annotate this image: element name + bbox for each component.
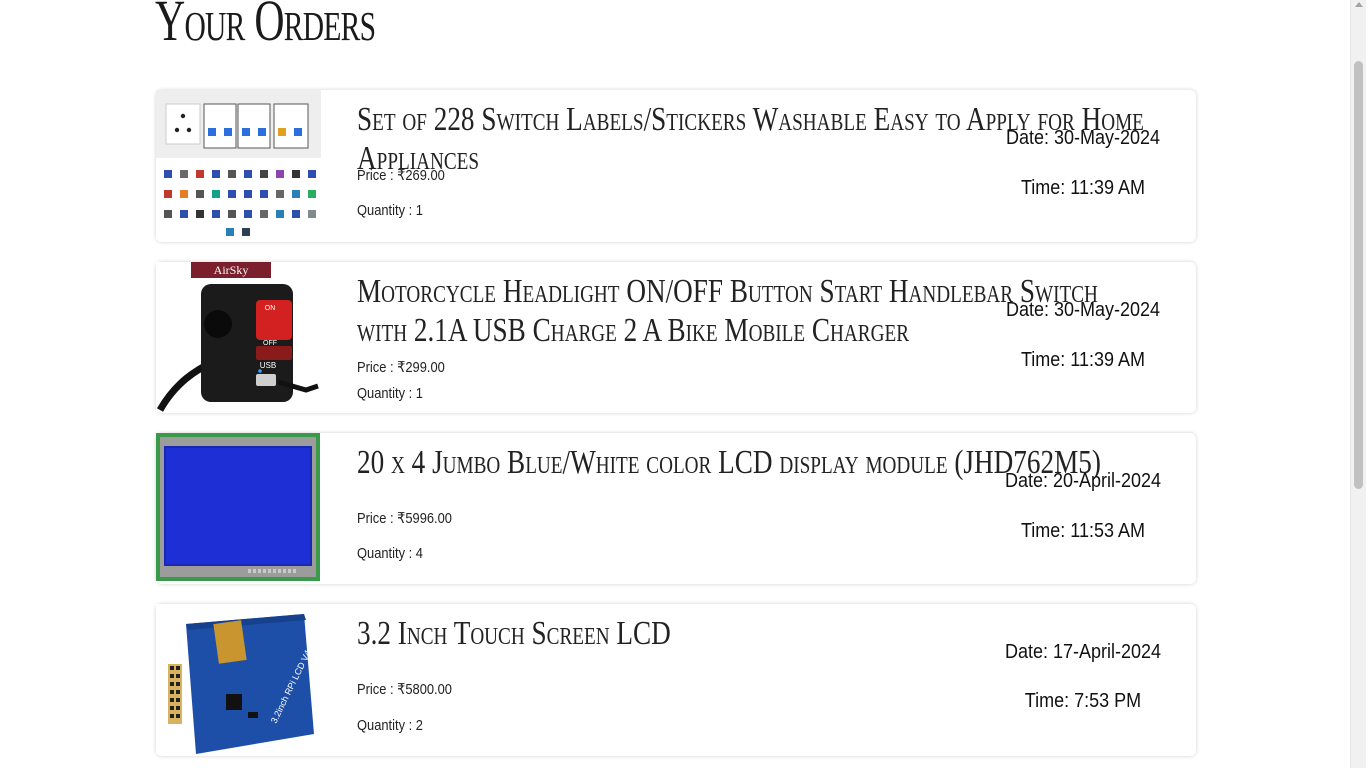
handlebar-switch-image: AirSky ON OFF USB — [156, 262, 321, 412]
product-quantity: Quantity : 1 — [357, 202, 423, 219]
order-timestamp: Date: 17-April-2024 Time: 7:53 PM — [988, 641, 1178, 713]
product-image[interactable]: AirSky ON OFF USB — [156, 262, 321, 412]
product-quantity: Quantity : 2 — [357, 717, 423, 734]
product-image[interactable] — [156, 90, 321, 240]
product-price: Price : ₹5996.00 — [357, 510, 452, 527]
product-image[interactable] — [156, 433, 321, 583]
order-card[interactable]: 20 x 4 Jumbo Blue/White color LCD displa… — [156, 433, 1196, 584]
product-quantity: Quantity : 1 — [357, 385, 423, 402]
orders-list: Set of 228 Switch Labels/Stickers Washab… — [156, 90, 1196, 768]
order-date: Date: 17-April-2024 — [1004, 641, 1162, 663]
switch-off-label: OFF — [263, 340, 277, 347]
order-timestamp: Date: 20-April-2024 Time: 11:53 AM — [988, 470, 1178, 543]
product-image[interactable]: 3.2inch RPi LCD V4 — [156, 604, 321, 754]
order-time: Time: 11:39 AM — [1020, 349, 1146, 371]
order-info: Set of 228 Switch Labels/Stickers Washab… — [357, 100, 1144, 219]
order-info: 3.2 Inch Touch Screen LCD Price : ₹5800.… — [357, 614, 1057, 734]
order-time: Time: 7:53 PM — [1024, 690, 1142, 712]
scrollbar-thumb[interactable] — [1354, 61, 1363, 489]
order-time: Time: 11:39 AM — [1020, 177, 1146, 199]
order-card[interactable]: 3.2inch RPi LCD V4 3.2 Inch Touch Screen… — [156, 604, 1196, 756]
product-price: Price : ₹269.00 — [357, 167, 445, 184]
order-date: Date: 20-April-2024 — [1004, 470, 1162, 492]
switch-labels-image — [156, 90, 321, 240]
brand-label: AirSky — [214, 263, 249, 277]
product-price: Price : ₹5800.00 — [357, 681, 452, 698]
order-date: Date: 30-May-2024 — [1005, 127, 1161, 149]
order-info: 20 x 4 Jumbo Blue/White color LCD displa… — [357, 443, 1101, 562]
product-quantity: Quantity : 4 — [357, 545, 423, 562]
page-scrollbar[interactable] — [1350, 0, 1366, 768]
product-price: Price : ₹299.00 — [357, 359, 445, 376]
order-card[interactable]: AirSky ON OFF USB Motorcycle Headlight O… — [156, 262, 1196, 413]
order-info: Motorcycle Headlight ON/OFF Button Start… — [357, 272, 1098, 402]
page-title: Your Orders — [155, 0, 376, 53]
switch-on-label: ON — [265, 305, 276, 312]
order-timestamp: Date: 30-May-2024 Time: 11:39 AM — [988, 127, 1178, 200]
scroll-up-icon[interactable] — [1355, 2, 1363, 7]
order-date: Date: 30-May-2024 — [1005, 299, 1161, 321]
touch-screen-lcd-image: 3.2inch RPi LCD V4 — [156, 604, 321, 754]
lcd-module-image — [156, 433, 321, 583]
order-time: Time: 11:53 AM — [1020, 520, 1146, 542]
order-timestamp: Date: 30-May-2024 Time: 11:39 AM — [988, 299, 1178, 372]
usb-label: USB — [260, 361, 276, 370]
orders-page: Your Orders Set of 228 Switch Labels/Sti… — [0, 0, 1351, 768]
order-card[interactable]: Set of 228 Switch Labels/Stickers Washab… — [156, 90, 1196, 242]
